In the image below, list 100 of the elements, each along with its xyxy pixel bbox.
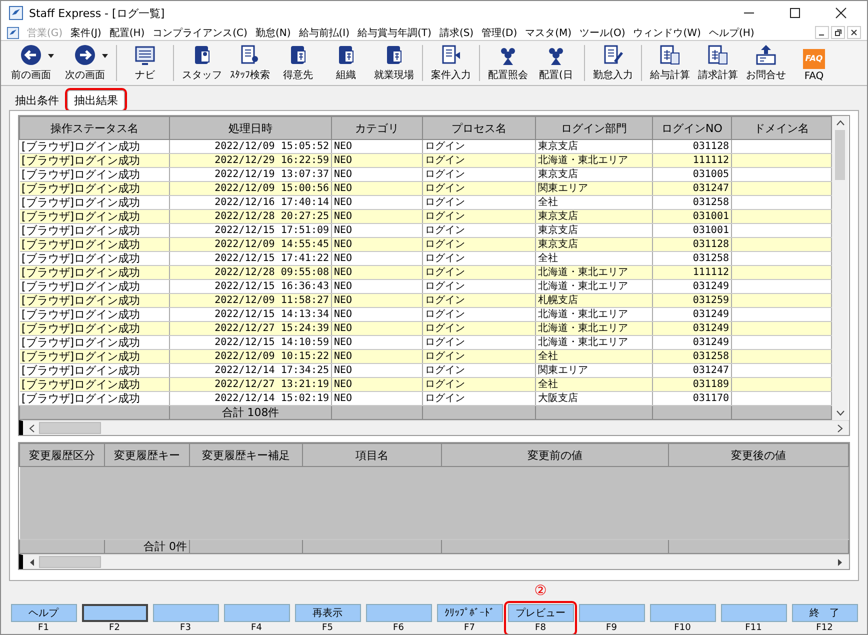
table-cell: NEO: [332, 294, 422, 308]
form-icon: [440, 44, 462, 66]
caret-icon[interactable]: [48, 54, 54, 58]
column-header[interactable]: 項目名: [302, 444, 442, 466]
column-header[interactable]: 変更履歴キー補足: [190, 444, 302, 466]
right-arrow-icon[interactable]: [837, 558, 843, 566]
key-label: F5: [322, 623, 333, 633]
maximize-icon[interactable]: [789, 7, 801, 20]
menu-item[interactable]: ウィンドウ(W): [633, 26, 701, 40]
window-title: Staff Express - [ログ一覧]: [29, 6, 165, 21]
toolbar-button[interactable]: 前の画面: [5, 44, 57, 82]
table-cell: ログイン: [422, 182, 536, 196]
column-header[interactable]: カテゴリ: [332, 116, 422, 140]
toolbar-button[interactable]: 配置照会: [485, 44, 531, 82]
upload-icon: [755, 44, 777, 66]
scroll-thumb[interactable]: [39, 422, 101, 434]
key-label: F1: [38, 623, 49, 633]
toolbar-button[interactable]: 得意先: [275, 44, 321, 82]
table-cell: [ブラウザ]ログイン成功: [20, 238, 170, 252]
close-icon[interactable]: [835, 7, 847, 20]
toolbar-button[interactable]: ｽﾀｯﾌ検索: [227, 44, 273, 82]
table-cell: 111112: [652, 154, 732, 168]
toolbar-button[interactable]: FAQ FAQ: [791, 49, 837, 82]
menu-item[interactable]: 請求(S): [439, 26, 474, 40]
tab[interactable]: 抽出結果: [67, 90, 125, 110]
horizontal-scrollbar[interactable]: [19, 420, 849, 435]
table-cell: 北海道・東北エリア: [536, 154, 652, 168]
total-count: 合計 0件: [104, 540, 190, 554]
toolbar-button[interactable]: 請求計算: [695, 44, 741, 82]
table-cell: ログイン: [422, 266, 536, 280]
table-cell: ログイン: [422, 154, 536, 168]
menu-item[interactable]: ツール(O): [580, 26, 626, 40]
table-cell: NEO: [332, 350, 422, 364]
table-cell: 2022/12/27 15:24:39: [170, 322, 332, 336]
toolbar-button[interactable]: 配置(日: [533, 44, 579, 82]
table-cell: NEO: [332, 238, 422, 252]
table-cell: ログイン: [422, 350, 536, 364]
key-label: F7: [464, 623, 475, 633]
menu-item[interactable]: 配置(H): [109, 26, 145, 40]
table-cell: 031001: [652, 210, 732, 224]
table-cell: 2022/12/09 14:55:45: [170, 238, 332, 252]
function-key-button[interactable]: [82, 604, 148, 622]
table-cell: 全社: [536, 350, 652, 364]
scroll-thumb[interactable]: [39, 556, 101, 568]
table-cell: 2022/12/09 15:00:56: [170, 182, 332, 196]
column-header[interactable]: ログイン部門: [536, 116, 652, 140]
table-cell: 2022/12/28 20:27:25: [170, 210, 332, 224]
table-cell: 2022/12/29 16:22:59: [170, 154, 332, 168]
app-icon: [9, 6, 23, 20]
function-key-button[interactable]: 終 了: [792, 604, 858, 622]
scroll-thumb[interactable]: [835, 130, 845, 180]
menu-item[interactable]: 管理(D): [482, 26, 518, 40]
column-header[interactable]: 変更履歴区分: [20, 444, 104, 466]
column-header[interactable]: 変更履歴キー: [104, 444, 190, 466]
key-label: F11: [745, 623, 762, 633]
menu-item[interactable]: コンプライアンス(C): [152, 26, 248, 40]
menu-item[interactable]: 給与賞与年調(T): [358, 26, 432, 40]
table-cell: ログイン: [422, 210, 536, 224]
function-key-button[interactable]: ｸﾘｯﾌﾟﾎﾞｰﾄﾞ: [436, 604, 502, 622]
toolbar-button[interactable]: 案件入力: [428, 44, 474, 82]
table-cell: 東京支店: [536, 210, 652, 224]
key-label: F10: [674, 623, 691, 633]
column-header[interactable]: 変更後の値: [668, 444, 848, 466]
toolbar-button[interactable]: ナビ: [122, 44, 168, 82]
minimize-icon[interactable]: [815, 26, 829, 40]
table-cell: [ブラウザ]ログイン成功: [20, 182, 170, 196]
table-cell: ログイン: [422, 294, 536, 308]
toolbar-button[interactable]: 給与計算: [647, 44, 693, 82]
table-cell: 東京支店: [536, 238, 652, 252]
toolbar-button[interactable]: お問合せ: [743, 44, 789, 82]
menu-item[interactable]: マスタ(M): [525, 26, 572, 40]
table-cell: NEO: [332, 210, 422, 224]
left-arrow-icon[interactable]: [29, 558, 35, 566]
toolbar-button[interactable]: 次の画面: [59, 44, 111, 82]
function-key-button[interactable]: 再表示: [294, 604, 360, 622]
table-cell: 北海道・東北エリア: [536, 266, 652, 280]
caret-icon[interactable]: [102, 54, 108, 58]
restore-icon[interactable]: [831, 26, 845, 40]
vertical-scrollbar[interactable]: [832, 116, 848, 420]
menu-item[interactable]: 給与前払(I): [298, 26, 350, 40]
toolbar-button[interactable]: 就業現場: [371, 44, 417, 82]
column-header[interactable]: ドメイン名: [732, 116, 832, 140]
table-cell: [ブラウザ]ログイン成功: [20, 266, 170, 280]
toolbar-button[interactable]: スタッフ: [179, 44, 225, 82]
menu-item[interactable]: ヘルプ(H): [708, 26, 754, 40]
document-person-icon: [239, 44, 261, 66]
key-label: F2: [109, 623, 120, 633]
column-header[interactable]: ログインNO: [652, 116, 732, 140]
column-header[interactable]: 処理日時: [170, 116, 332, 140]
menu-item[interactable]: 案件(J): [70, 26, 102, 40]
function-key-button[interactable]: ヘルプ: [10, 604, 76, 622]
toolbar-button[interactable]: 勤怠入力: [590, 44, 636, 82]
column-header[interactable]: プロセス名: [422, 116, 536, 140]
toolbar-button[interactable]: 組織: [323, 44, 369, 82]
column-header[interactable]: 操作ステータス名: [20, 116, 170, 140]
menu-item[interactable]: 勤怠(N): [255, 26, 291, 40]
table-cell: 031258: [652, 350, 732, 364]
function-key-button[interactable]: プレビュー: [508, 604, 574, 622]
horizontal-scrollbar[interactable]: [19, 554, 849, 569]
column-header[interactable]: 変更前の値: [442, 444, 668, 466]
